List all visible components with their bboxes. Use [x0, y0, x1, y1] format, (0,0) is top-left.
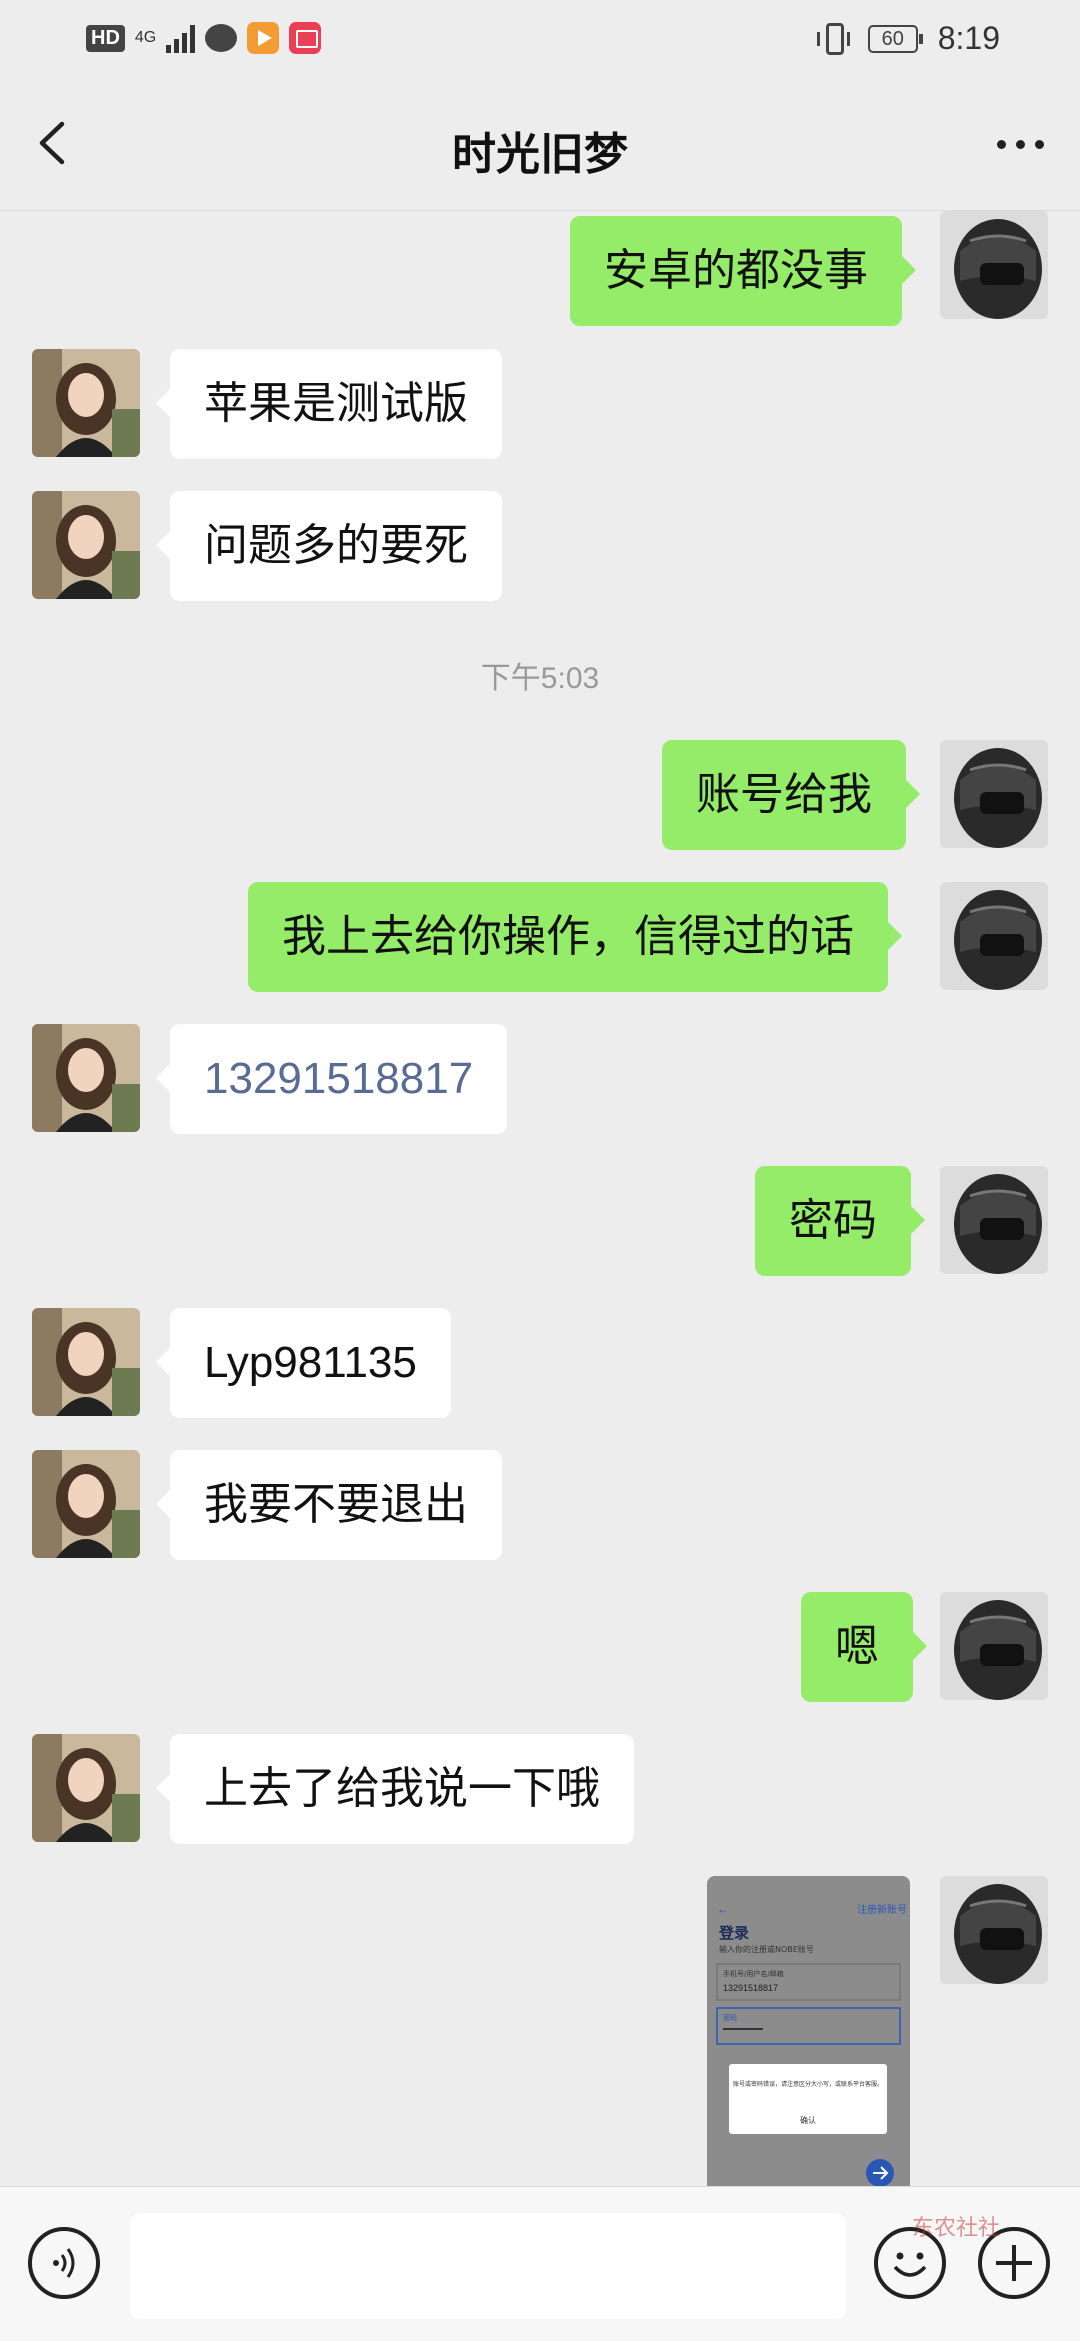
self-avatar[interactable]	[940, 1166, 1048, 1274]
contact-avatar[interactable]	[32, 1734, 140, 1842]
more-icon[interactable]	[990, 124, 1050, 164]
chat-title: 时光旧梦	[452, 129, 628, 180]
screenshot-image-message[interactable]: ← 注册新账号 登录 输入你的注册或NOBE账号 手机号/用户名/邮箱 1329…	[707, 1876, 910, 2186]
message-bubble-out[interactable]: 我上去给你操作，信得过的话	[248, 882, 902, 992]
message-bubble-out[interactable]: 嗯	[801, 1592, 927, 1702]
contact-avatar[interactable]	[32, 491, 140, 599]
image-dialog-text: 账号或密码错误，请注意区分大小写，或联系平台客服。	[733, 2080, 883, 2088]
image-dialog-confirm: 确认	[800, 2115, 816, 2125]
contact-avatar[interactable]	[32, 1024, 140, 1132]
message-bubble-in[interactable]: 问题多的要死	[156, 491, 502, 601]
contact-avatar[interactable]	[32, 1308, 140, 1416]
image-account-label: 手机号/用户名/邮箱	[723, 1969, 784, 1978]
reader-app-icon	[289, 22, 322, 54]
contact-avatar[interactable]	[32, 1450, 140, 1558]
voice-icon[interactable]	[28, 2227, 100, 2299]
message-bubble-in[interactable]: 上去了给我说一下哦	[156, 1734, 634, 1844]
message-bubble-in[interactable]: 我要不要退出	[156, 1450, 502, 1560]
message-bubble-out[interactable]: 安卓的都没事	[570, 216, 916, 326]
signal-icon	[166, 23, 196, 53]
image-login-subtitle: 输入你的注册或NOBE账号	[719, 1944, 814, 1954]
chat-notification-icon	[205, 24, 238, 52]
self-avatar[interactable]	[940, 211, 1048, 319]
message-timestamp: 下午5:03	[480, 662, 600, 695]
message-input[interactable]	[130, 2213, 846, 2319]
image-account-value: 13291518817	[723, 1983, 778, 1993]
message-list[interactable]: 安卓的都没事 苹果是测试版 问题多的要死 下午5:03 账号给我 我上去给你操作…	[0, 211, 1080, 2186]
video-app-icon	[247, 22, 280, 54]
message-bubble-out[interactable]: 账号给我	[662, 740, 920, 850]
phone-number-link[interactable]: 13291518817	[155, 1024, 508, 1134]
contact-avatar[interactable]	[32, 349, 140, 457]
self-avatar[interactable]	[940, 1592, 1048, 1700]
status-bar: HD 4G 60 8:19	[0, 0, 1080, 80]
message-bubble-in[interactable]: Lyp981135	[156, 1308, 451, 1418]
message-bubble-out[interactable]: 密码	[755, 1166, 925, 1276]
status-left: HD 4G	[86, 22, 322, 54]
image-register-link: 注册新账号	[857, 1903, 907, 1916]
chat-header: 时光旧梦	[0, 80, 1080, 211]
status-right: 60 8:19	[816, 20, 1000, 57]
network-type: 4G	[134, 29, 157, 46]
svg-text:←: ←	[717, 1902, 729, 1916]
battery-icon: 60	[867, 24, 923, 53]
image-password-label: 密码	[723, 2013, 737, 2022]
vibrate-icon	[816, 22, 850, 55]
clock: 8:19	[937, 20, 1000, 56]
watermark: 东农社社	[912, 2216, 1001, 2241]
self-avatar[interactable]	[940, 740, 1048, 848]
hd-icon: HD	[86, 24, 125, 52]
self-avatar[interactable]	[940, 1876, 1048, 1984]
image-login-title: 登录	[718, 1924, 749, 1942]
self-avatar[interactable]	[940, 882, 1048, 990]
message-bubble-in[interactable]: 苹果是测试版	[156, 349, 502, 459]
